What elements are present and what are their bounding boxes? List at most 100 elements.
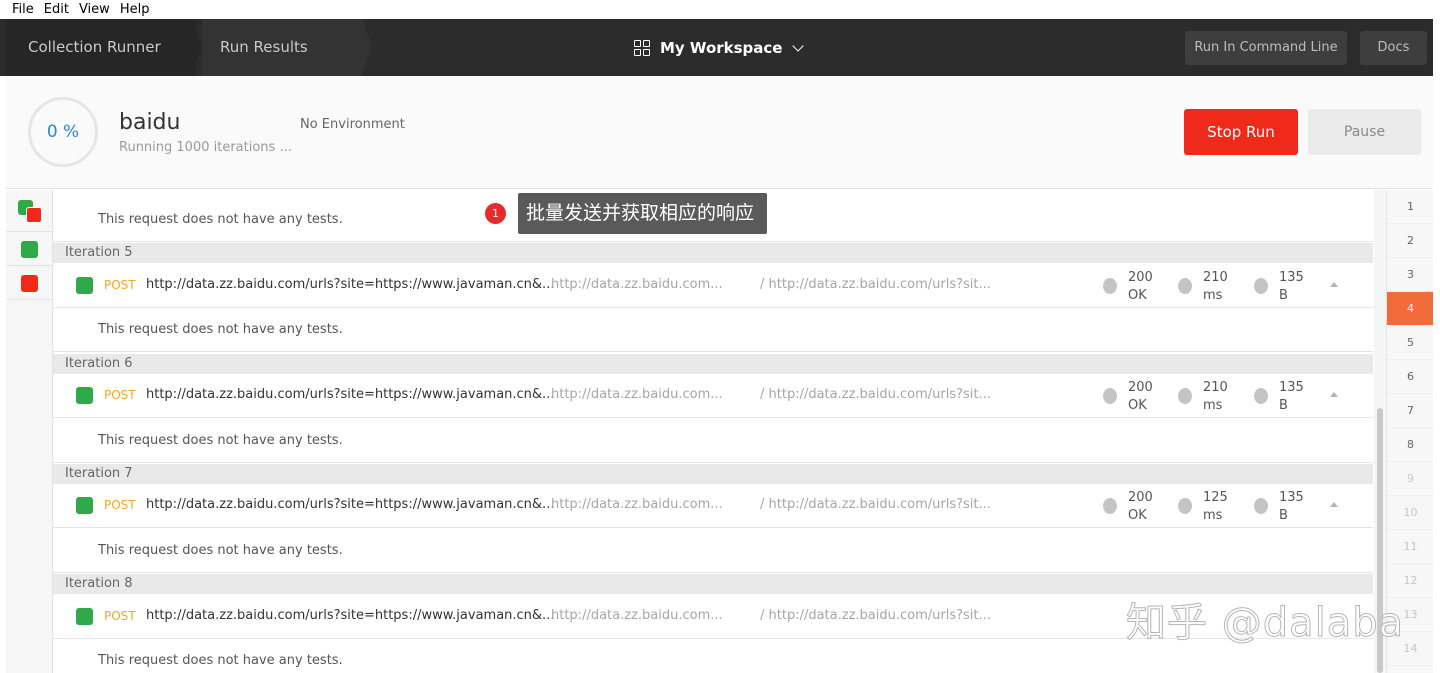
- menu-bar: File Edit View Help: [0, 0, 1440, 19]
- run-header: 0 % baidu Running 1000 iterations ... No…: [6, 76, 1433, 189]
- size-dot-icon: [1254, 388, 1268, 404]
- request-host: http://data.zz.baidu.com...: [551, 608, 723, 623]
- size-dot-icon: [1254, 498, 1268, 514]
- filter-failed[interactable]: [6, 266, 53, 300]
- status-code: 200: [1128, 380, 1153, 395]
- fail-square-icon: [21, 275, 38, 292]
- request-path: / http://data.zz.baidu.com/urls?sit...: [760, 387, 991, 402]
- iteration-nav-item[interactable]: 2: [1387, 224, 1434, 258]
- iteration-nav-item[interactable]: 3: [1387, 258, 1434, 292]
- iteration-nav-item[interactable]: 8: [1387, 428, 1434, 462]
- size-dot-icon: [1254, 278, 1268, 294]
- no-tests-message: This request does not have any tests.: [53, 419, 1373, 463]
- pass-square-icon: [76, 497, 93, 514]
- request-method: POST: [104, 388, 136, 402]
- request-method: POST: [104, 278, 136, 292]
- collapse-caret-icon[interactable]: [1330, 282, 1338, 287]
- iteration-nav-item[interactable]: 9: [1387, 462, 1434, 496]
- docs-button[interactable]: Docs: [1360, 31, 1427, 65]
- chevron-down-icon: [792, 39, 805, 52]
- collection-name: baidu: [119, 110, 181, 135]
- time-value: 125: [1203, 490, 1228, 505]
- status-text: OK: [1128, 398, 1147, 413]
- run-in-command-line-button[interactable]: Run In Command Line: [1185, 31, 1347, 65]
- status-dot-icon: [1103, 278, 1117, 294]
- menu-view[interactable]: View: [79, 2, 110, 17]
- iteration-header: Iteration 6: [53, 354, 1373, 374]
- request-host: http://data.zz.baidu.com...: [551, 277, 723, 292]
- time-dot-icon: [1178, 278, 1192, 294]
- status-code: 200: [1128, 270, 1153, 285]
- iteration-header: Iteration 7: [53, 464, 1373, 484]
- time-value: 210: [1203, 270, 1228, 285]
- workspace-name: My Workspace: [660, 38, 783, 57]
- request-row[interactable]: POST http://data.zz.baidu.com/urls?site=…: [53, 374, 1373, 418]
- iteration-nav-item[interactable]: 1: [1387, 190, 1434, 224]
- status-dot-icon: [1103, 388, 1117, 404]
- request-path: / http://data.zz.baidu.com/urls?sit...: [760, 608, 991, 623]
- request-method: POST: [104, 609, 136, 623]
- workspace-switcher[interactable]: My Workspace: [634, 19, 805, 76]
- watermark: 知乎 @dalaba: [1125, 600, 1405, 647]
- request-path: / http://data.zz.baidu.com/urls?sit...: [760, 497, 991, 512]
- iteration-nav-item[interactable]: 7: [1387, 394, 1434, 428]
- result-filter-column: [6, 190, 53, 673]
- top-bar: Collection Runner Run Results My Workspa…: [0, 19, 1440, 76]
- status-text: OK: [1128, 288, 1147, 303]
- size-value: 135: [1279, 490, 1304, 505]
- breadcrumb-collection-runner[interactable]: Collection Runner: [6, 19, 196, 76]
- pass-square-icon: [21, 241, 38, 258]
- no-tests-message: This request does not have any tests.: [53, 308, 1373, 352]
- breadcrumb-separator: [362, 19, 372, 75]
- time-dot-icon: [1178, 388, 1192, 404]
- workspace-grid-icon: [634, 39, 650, 56]
- size-unit: B: [1279, 508, 1288, 523]
- environment-label: No Environment: [300, 117, 405, 132]
- request-path: / http://data.zz.baidu.com/urls?sit...: [760, 277, 991, 292]
- stop-run-button[interactable]: Stop Run: [1184, 109, 1298, 155]
- request-host: http://data.zz.baidu.com...: [551, 387, 723, 402]
- menu-edit[interactable]: Edit: [44, 2, 69, 17]
- no-tests-message: This request does not have any tests.: [53, 529, 1373, 573]
- status-text: OK: [1128, 508, 1147, 523]
- fail-square-icon: [26, 207, 42, 223]
- iteration-nav-item[interactable]: 11: [1387, 530, 1434, 564]
- request-url: http://data.zz.baidu.com/urls?site=https…: [146, 497, 555, 512]
- annotation-callout: 1 批量发送并获取相应的响应: [485, 193, 768, 234]
- size-unit: B: [1279, 398, 1288, 413]
- size-value: 135: [1279, 380, 1304, 395]
- pass-square-icon: [76, 608, 93, 625]
- request-host: http://data.zz.baidu.com...: [551, 497, 723, 512]
- request-row[interactable]: POST http://data.zz.baidu.com/urls?site=…: [53, 484, 1373, 528]
- pass-square-icon: [76, 387, 93, 404]
- request-method: POST: [104, 498, 136, 512]
- filter-passed[interactable]: [6, 232, 53, 266]
- iteration-nav-item[interactable]: 5: [1387, 326, 1434, 360]
- breadcrumb-run-results[interactable]: Run Results: [202, 19, 362, 76]
- iteration-nav-item[interactable]: 10: [1387, 496, 1434, 530]
- filter-all[interactable]: [6, 190, 53, 232]
- status-dot-icon: [1103, 498, 1117, 514]
- collapse-caret-icon[interactable]: [1330, 392, 1338, 397]
- iteration-nav-item-active[interactable]: 4: [1387, 292, 1434, 326]
- size-unit: B: [1279, 288, 1288, 303]
- time-unit: ms: [1203, 398, 1223, 413]
- menu-file[interactable]: File: [12, 2, 34, 17]
- iteration-nav-item[interactable]: 6: [1387, 360, 1434, 394]
- run-status-text: Running 1000 iterations ...: [119, 140, 292, 155]
- time-unit: ms: [1203, 288, 1223, 303]
- request-url: http://data.zz.baidu.com/urls?site=https…: [146, 387, 555, 402]
- pause-button[interactable]: Pause: [1308, 109, 1421, 155]
- time-value: 210: [1203, 380, 1228, 395]
- annotation-badge: 1: [485, 203, 506, 224]
- time-dot-icon: [1178, 498, 1192, 514]
- size-value: 135: [1279, 270, 1304, 285]
- pass-square-icon: [76, 277, 93, 294]
- request-url: http://data.zz.baidu.com/urls?site=https…: [146, 277, 555, 292]
- breadcrumb-separator: [192, 19, 202, 75]
- menu-help[interactable]: Help: [120, 2, 150, 17]
- collapse-caret-icon[interactable]: [1330, 502, 1338, 507]
- annotation-text: 批量发送并获取相应的响应: [518, 193, 768, 234]
- request-row[interactable]: POST http://data.zz.baidu.com/urls?site=…: [53, 264, 1373, 308]
- status-code: 200: [1128, 490, 1153, 505]
